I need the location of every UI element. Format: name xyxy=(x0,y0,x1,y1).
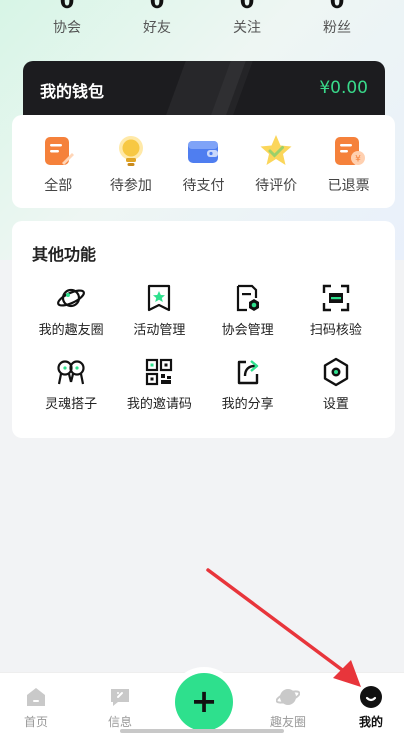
feature-event-management[interactable]: 活动管理 xyxy=(115,281,203,338)
message-icon xyxy=(111,689,129,706)
feature-label: 设置 xyxy=(322,397,349,412)
feature-label: 我的分享 xyxy=(221,397,274,412)
refund-icon: ¥ xyxy=(334,137,365,165)
share-icon xyxy=(237,360,258,385)
stat-label: 关注 xyxy=(233,20,261,36)
wallet-card[interactable]: 我的钱包 ¥0.00 xyxy=(23,61,385,117)
order-label: 全部 xyxy=(44,178,73,194)
order-label: 已退票 xyxy=(327,178,370,194)
stat-label: 粉丝 xyxy=(323,20,351,36)
bulb-icon xyxy=(118,136,143,166)
stat-fans[interactable]: 0 粉丝 xyxy=(302,0,372,42)
feature-label: 我的邀请码 xyxy=(126,397,192,412)
nav-label: 我的 xyxy=(358,715,383,729)
stat-associations[interactable]: 0 协会 xyxy=(32,0,102,42)
bookmark-star-icon xyxy=(148,284,171,312)
buddies-icon xyxy=(57,360,85,385)
nav-label: 趣友圈 xyxy=(269,715,306,729)
feature-association-management[interactable]: 协会管理 xyxy=(204,281,292,338)
feature-label: 我的趣友圈 xyxy=(38,323,104,338)
stat-label: 协会 xyxy=(53,20,81,36)
order-label: 待支付 xyxy=(182,178,225,194)
feature-label: 活动管理 xyxy=(133,323,186,338)
create-button[interactable]: + xyxy=(175,673,233,731)
feature-label: 灵魂搭子 xyxy=(45,397,98,412)
feature-scan-verify[interactable]: 扫码核验 xyxy=(292,281,380,338)
nav-circle[interactable]: 趣友圈 xyxy=(258,683,318,731)
wallet-icon xyxy=(188,141,219,163)
stat-label: 好友 xyxy=(143,20,171,36)
nav-mine[interactable]: 我的 xyxy=(341,683,401,731)
star-icon xyxy=(260,135,292,165)
feature-my-share[interactable]: 我的分享 xyxy=(204,355,292,412)
order-label: 待参加 xyxy=(109,178,152,194)
planet-icon xyxy=(276,689,300,705)
orders-card: 全部 待参加 待支付 待评价 ¥ 已退票 xyxy=(12,115,395,208)
order-pending-review[interactable]: 待评价 xyxy=(243,115,309,208)
scan-icon xyxy=(322,284,350,312)
stat-number: 0 xyxy=(149,0,165,13)
feature-settings[interactable]: 设置 xyxy=(292,355,380,412)
order-refunded[interactable]: ¥ 已退票 xyxy=(316,115,382,208)
planet-icon xyxy=(57,288,86,308)
plus-icon: + xyxy=(190,682,218,720)
home-icon xyxy=(27,688,45,706)
feature-my-circle[interactable]: 我的趣友圈 xyxy=(27,281,115,338)
feature-label: 协会管理 xyxy=(221,323,274,338)
order-label: 待评价 xyxy=(255,178,298,194)
feature-soul-buddy[interactable]: 灵魂搭子 xyxy=(27,355,115,412)
nav-home[interactable]: 首页 xyxy=(6,683,66,731)
feature-label: 扫码核验 xyxy=(309,323,362,338)
stat-following[interactable]: 0 关注 xyxy=(212,0,282,42)
home-indicator xyxy=(120,729,284,733)
feature-invite-code[interactable]: 我的邀请码 xyxy=(115,355,203,412)
other-features-card: 其他功能 我的趣友圈 活动管理 协会管理 扫码核验 灵魂搭子 我的邀请码 我的分… xyxy=(12,221,395,438)
stats-row: 0 协会 0 好友 0 关注 0 粉丝 xyxy=(0,0,404,42)
nav-label: 信息 xyxy=(107,715,132,729)
settings-icon xyxy=(323,357,349,387)
wallet-title: 我的钱包 xyxy=(40,82,105,101)
nav-label: 首页 xyxy=(23,715,48,729)
all-orders-icon xyxy=(45,137,75,165)
features-title: 其他功能 xyxy=(32,245,97,264)
profile-icon xyxy=(360,686,382,708)
nav-messages[interactable]: 信息 xyxy=(90,683,150,731)
order-pending-pay[interactable]: 待支付 xyxy=(170,115,236,208)
stat-friends[interactable]: 0 好友 xyxy=(122,0,192,42)
order-pending-attend[interactable]: 待参加 xyxy=(98,115,164,208)
doc-settings-icon xyxy=(236,284,259,312)
features-grid: 我的趣友圈 活动管理 协会管理 扫码核验 灵魂搭子 我的邀请码 我的分享 设置 xyxy=(27,281,380,412)
stat-number: 0 xyxy=(239,0,255,13)
wallet-balance: ¥0.00 xyxy=(319,78,368,98)
stat-number: 0 xyxy=(329,0,345,13)
qr-code-icon xyxy=(146,358,173,386)
stat-number: 0 xyxy=(59,0,75,13)
order-all[interactable]: 全部 xyxy=(25,115,91,208)
svg-text:¥: ¥ xyxy=(355,155,361,165)
